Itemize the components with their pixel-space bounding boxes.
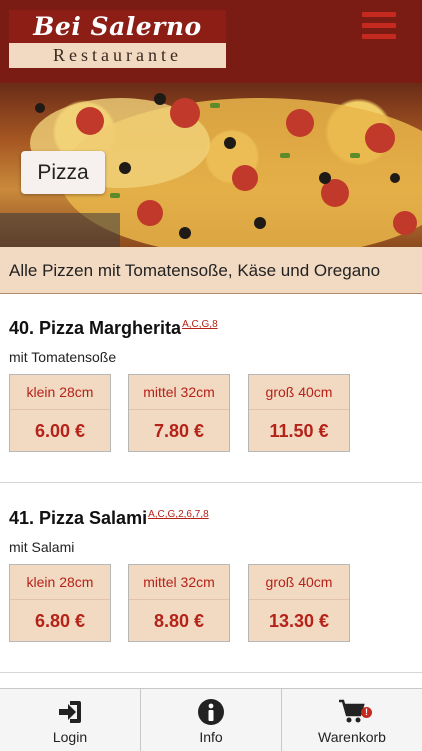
category-hero-image: Pizza xyxy=(0,83,422,247)
logo-title: Bei Salerno xyxy=(9,10,226,43)
item-title-text: 41. Pizza Salami xyxy=(9,508,148,528)
price-size: klein 28cm xyxy=(10,565,110,600)
price-option-medium[interactable]: mittel 32cm 8.80 € xyxy=(128,564,230,642)
price-value: 8.80 € xyxy=(153,611,205,631)
item-description: mit Tomatensoße xyxy=(9,349,117,365)
item-divider xyxy=(0,672,422,673)
restaurant-logo[interactable]: Bei Salerno Restaurante xyxy=(9,10,226,68)
bottom-tab-bar: Login Info ! Warenkorb xyxy=(0,688,422,751)
allergen-link[interactable]: A,C,G,8 xyxy=(182,319,218,330)
app-header: Bei Salerno Restaurante xyxy=(0,0,422,83)
tab-label: Info xyxy=(199,729,223,745)
shopping-cart-icon: ! xyxy=(338,698,372,726)
item-description: mit Salami xyxy=(9,539,75,555)
price-size: mittel 32cm xyxy=(129,565,229,600)
price-value: 11.50 € xyxy=(269,421,329,441)
price-size: groß 40cm xyxy=(249,375,349,410)
price-size: mittel 32cm xyxy=(129,375,229,410)
cart-alert-badge: ! xyxy=(361,707,372,718)
info-banner: Alle Pizzen mit Tomatensoße, Käse und Or… xyxy=(0,247,422,294)
tab-info[interactable]: Info xyxy=(140,689,281,751)
price-value: 13.30 € xyxy=(268,611,330,631)
price-size: groß 40cm xyxy=(249,565,349,600)
item-divider xyxy=(0,482,422,483)
hamburger-menu-icon[interactable] xyxy=(362,12,396,44)
category-label: Pizza xyxy=(21,151,105,194)
tab-label: Warenkorb xyxy=(318,729,386,745)
price-value: 7.80 € xyxy=(153,421,205,441)
item-title: 40. Pizza MargheritaA,C,G,8 xyxy=(9,318,218,339)
tab-cart[interactable]: ! Warenkorb xyxy=(281,689,422,751)
price-option-small[interactable]: klein 28cm 6.80 € xyxy=(9,564,111,642)
login-icon xyxy=(59,701,81,723)
item-title: 41. Pizza SalamiA,C,G,2,6,7,8 xyxy=(9,508,209,529)
tab-label: Login xyxy=(52,729,88,745)
price-option-large[interactable]: groß 40cm 11.50 € xyxy=(248,374,350,452)
info-icon xyxy=(198,699,224,725)
price-size: klein 28cm xyxy=(10,375,110,410)
price-value: 6.80 € xyxy=(34,611,86,631)
price-option-large[interactable]: groß 40cm 13.30 € xyxy=(248,564,350,642)
tab-login[interactable]: Login xyxy=(0,689,140,751)
price-option-small[interactable]: klein 28cm 6.00 € xyxy=(9,374,111,452)
item-title-text: 40. Pizza Margherita xyxy=(9,318,182,338)
allergen-link[interactable]: A,C,G,2,6,7,8 xyxy=(148,509,209,520)
price-value: 6.00 € xyxy=(34,421,86,441)
logo-subtitle: Restaurante xyxy=(9,43,226,68)
price-option-medium[interactable]: mittel 32cm 7.80 € xyxy=(128,374,230,452)
